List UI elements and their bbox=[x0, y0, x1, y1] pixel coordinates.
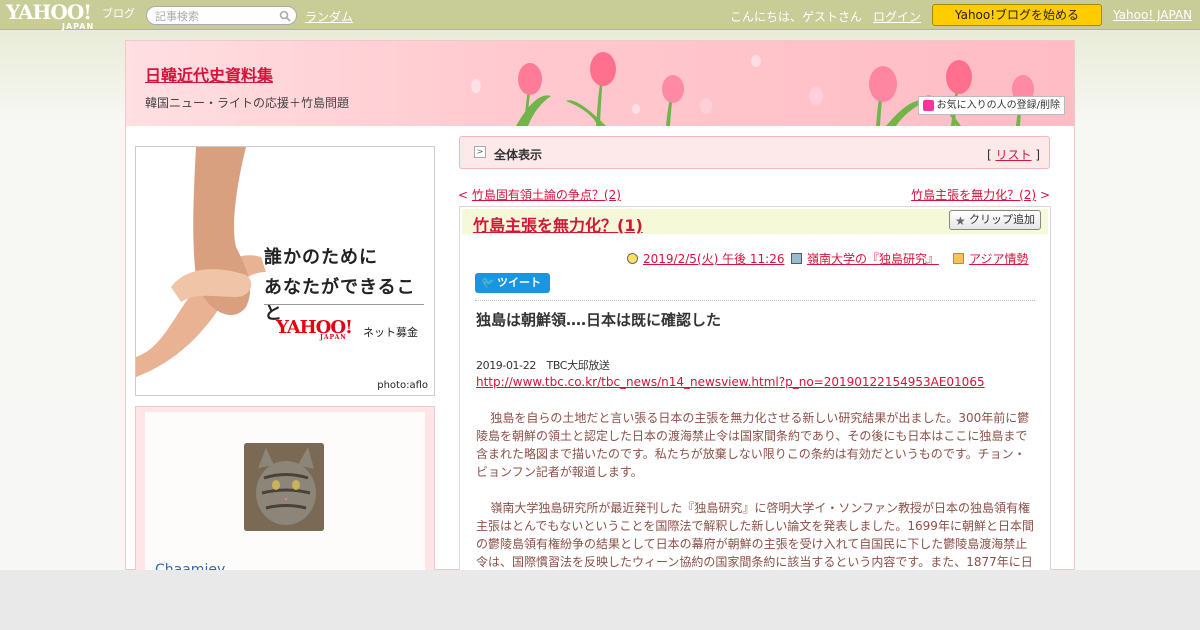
profile-box: Chaamiey bbox=[135, 406, 435, 578]
yahoo-blog-logo[interactable]: YAHOO! JAPAN ブログ bbox=[6, 2, 135, 31]
search-input[interactable] bbox=[155, 9, 275, 23]
banner-line1: 誰かのために bbox=[264, 247, 378, 268]
article: 竹島主張を無力化？(1) ★ クリップ追加 2019/2/5(火) 午後 11:… bbox=[459, 206, 1051, 576]
article-paragraph-1: 独島を自らの土地だと言い張る日本の主張を無力化させる新しい研究結果が出ました。3… bbox=[476, 411, 1030, 479]
clip-add-button[interactable]: ★ クリップ追加 bbox=[949, 210, 1041, 230]
prev-article-link[interactable]: 竹島固有領土論の争点？(2) bbox=[472, 188, 621, 202]
tweet-button[interactable]: 🐦 ツイート bbox=[475, 273, 550, 293]
article-title[interactable]: 竹島主張を無力化？(1) bbox=[473, 212, 643, 236]
blog-container: 日韓近代史資料集 韓国ニュー・ライトの応援＋竹島問題 お気に入りの人の登録/削除… bbox=[125, 40, 1075, 578]
article-heading: 独島は朝鮮領‥‥日本は既に確認した bbox=[476, 311, 722, 329]
start-blog-button[interactable]: Yahoo!ブログを始める bbox=[932, 4, 1102, 26]
article-header: 竹島主張を無力化？(1) ★ クリップ追加 bbox=[462, 209, 1048, 236]
banner-divider bbox=[264, 304, 424, 305]
blog-title[interactable]: 日韓近代史資料集 bbox=[145, 62, 273, 86]
article-tag: 嶺南大学の『独島研究』 bbox=[791, 250, 939, 267]
list-link[interactable]: リスト bbox=[995, 148, 1031, 162]
view-mode-bar: > 全体表示 [ リスト ] bbox=[459, 136, 1050, 169]
next-symbol: > bbox=[1039, 188, 1050, 202]
folder-icon bbox=[953, 253, 964, 264]
list-toggle: [ リスト ] bbox=[987, 146, 1040, 163]
page-bottom bbox=[0, 570, 1200, 630]
banner-photo-credit: photo:aflo bbox=[377, 380, 428, 391]
favorite-register-button[interactable]: お気に入りの人の登録/削除 bbox=[917, 96, 1065, 115]
star-icon: ★ bbox=[955, 214, 966, 228]
category-link[interactable]: アジア情勢 bbox=[969, 252, 1029, 266]
book-icon bbox=[791, 253, 802, 264]
yahoo-japan-link[interactable]: Yahoo! JAPAN bbox=[1113, 8, 1192, 22]
tweet-label: ツイート bbox=[497, 276, 541, 289]
view-arrow-icon: > bbox=[474, 146, 486, 158]
favorite-icon bbox=[922, 100, 934, 111]
banner-yahoo-japan: JAPAN bbox=[320, 334, 347, 341]
prev-symbol: < bbox=[458, 188, 469, 202]
blog-subtitle: 韓国ニュー・ライトの応援＋竹島問題 bbox=[145, 96, 350, 110]
twitter-bird-icon: 🐦 bbox=[481, 276, 495, 289]
tag-link[interactable]: 嶺南大学の『独島研究』 bbox=[807, 252, 939, 266]
charity-banner[interactable]: 誰かのために あなたができること YAHOO! JAPAN ネット募金 phot… bbox=[135, 146, 435, 396]
article-datetime: 2019/2/5(火) 午後 11:26 bbox=[627, 250, 784, 267]
list-bracket-open: [ bbox=[986, 148, 992, 162]
search-icon[interactable] bbox=[279, 10, 291, 22]
article-paragraph-2: 嶺南大学独島研究所が最近発刊した『独島研究』に啓明大学イ・ソンファン教授が日本の… bbox=[476, 501, 1034, 569]
random-link[interactable]: ランダム bbox=[305, 8, 353, 25]
next-article: 竹島主張を無力化？(2) > bbox=[911, 186, 1050, 203]
list-bracket-close: ] bbox=[1035, 148, 1040, 162]
article-separator bbox=[475, 300, 1035, 301]
clip-label: クリップ追加 bbox=[969, 213, 1035, 226]
view-all-label: 全体表示 bbox=[494, 148, 543, 162]
top-bar: YAHOO! JAPAN ブログ ランダム こんにちは、ゲストさん ログイン Y… bbox=[0, 0, 1200, 31]
logo-blog: ブログ bbox=[102, 7, 135, 20]
source-url-link[interactable]: http://www.tbc.co.kr/tbc_news/n14_newsvi… bbox=[476, 375, 985, 389]
profile-inner: Chaamiey bbox=[145, 412, 425, 578]
datetime-link[interactable]: 2019/2/5(火) 午後 11:26 bbox=[643, 252, 784, 266]
favorite-label: お気に入りの人の登録/削除 bbox=[936, 100, 1060, 111]
prev-article: < 竹島固有領土論の争点？(2) bbox=[458, 186, 621, 203]
blog-header: 日韓近代史資料集 韓国ニュー・ライトの応援＋竹島問題 お気に入りの人の登録/削除 bbox=[126, 41, 1074, 126]
source-date: 2019-01-22 TBC大邱放送 bbox=[476, 359, 610, 372]
greeting-text: こんにちは、ゲストさん bbox=[730, 10, 863, 24]
clock-icon bbox=[627, 253, 638, 264]
avatar[interactable] bbox=[244, 443, 324, 531]
hand-photo-image bbox=[136, 147, 266, 377]
login-link[interactable]: ログイン bbox=[873, 8, 921, 25]
article-category: アジア情勢 bbox=[953, 250, 1029, 267]
next-article-link[interactable]: 竹島主張を無力化？(2) bbox=[911, 188, 1036, 202]
banner-yahoo-logo: YAHOO! JAPAN bbox=[276, 317, 353, 341]
search-box bbox=[146, 6, 297, 25]
banner-service-name: ネット募金 bbox=[363, 326, 418, 339]
